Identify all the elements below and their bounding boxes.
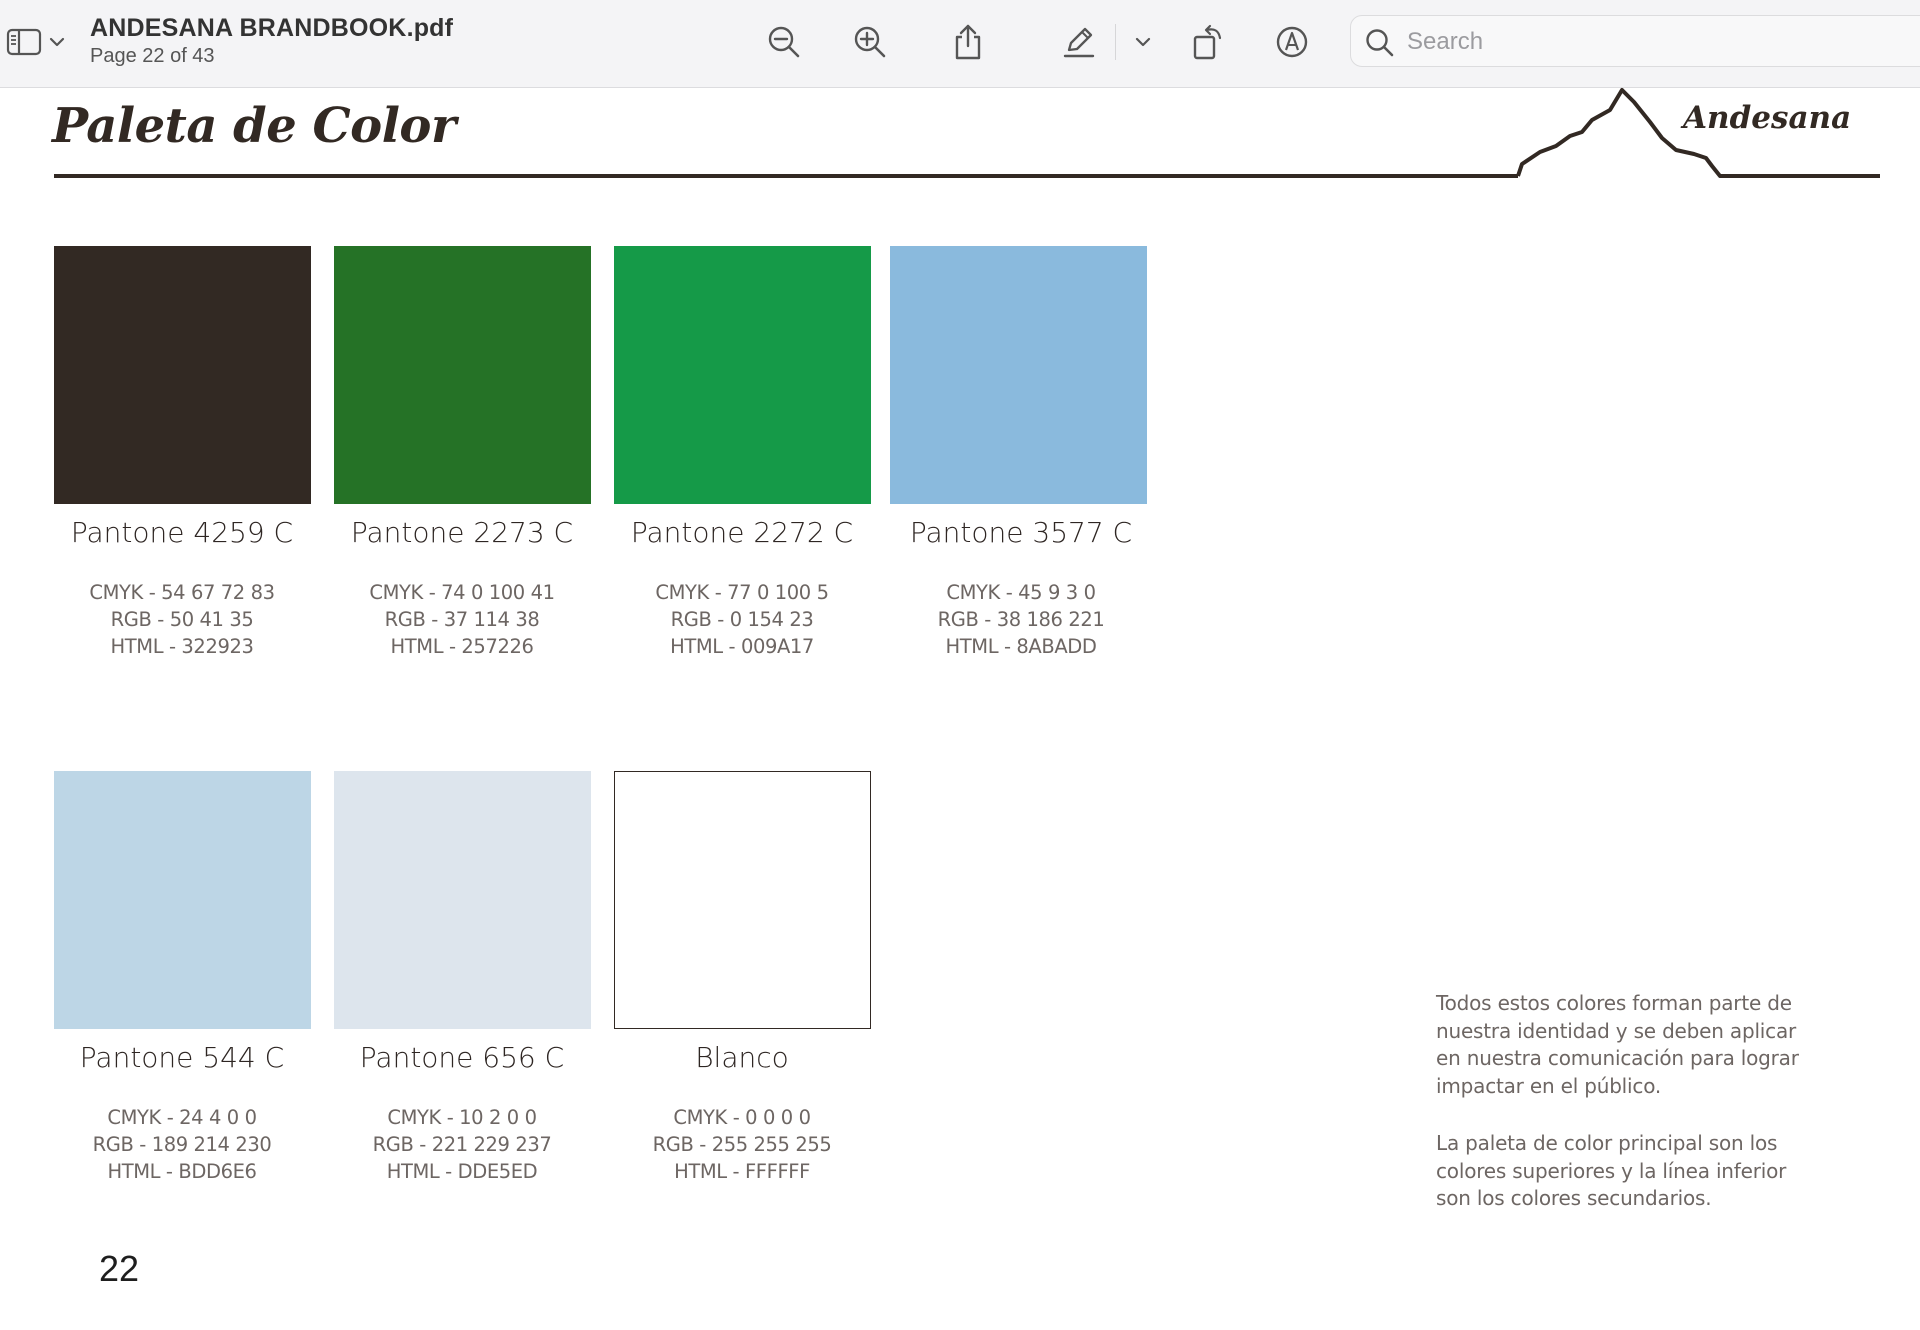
- markup-button[interactable]: [1272, 22, 1312, 62]
- document-title: ANDESANA BRANDBOOK.pdf: [90, 14, 454, 42]
- share-icon: [955, 24, 981, 60]
- color-swatch-2273: [334, 246, 591, 504]
- color-html: HTML - 8ABADD: [945, 635, 1097, 658]
- color-swatch-656: [334, 771, 591, 1029]
- note-line: colores superiores y la línea inferior: [1436, 1158, 1787, 1183]
- color-html: HTML - BDD6E6: [107, 1160, 257, 1183]
- zoom-out-button[interactable]: [764, 22, 804, 62]
- color-rgb: RGB - 255 255 255: [652, 1133, 832, 1156]
- highlight-pen-icon: [1063, 27, 1095, 58]
- pdf-viewer-toolbar: ANDESANA BRANDBOOK.pdf Page 22 of 43: [0, 0, 1920, 88]
- page-indicator: Page 22 of 43: [90, 45, 215, 67]
- chevron-down-icon: [1135, 37, 1151, 47]
- color-rgb: RGB - 37 114 38: [384, 608, 540, 631]
- color-name: Pantone 2272 C: [630, 516, 854, 549]
- note-line: nuestra identidad y se deben aplicar: [1436, 1018, 1797, 1043]
- highlight-button[interactable]: [1058, 22, 1100, 62]
- note-line: impactar en el público.: [1436, 1073, 1662, 1098]
- rotate-icon: [1193, 24, 1222, 60]
- color-name: Pantone 544 C: [79, 1041, 285, 1074]
- zoom-out-icon: [768, 26, 800, 58]
- note-line: La paleta de color principal son los: [1436, 1131, 1778, 1155]
- color-swatch-blanco: [614, 771, 871, 1029]
- color-cmyk: CMYK - 74 0 100 41: [369, 581, 555, 604]
- zoom-in-button[interactable]: [850, 22, 890, 62]
- note-line: Todos estos colores forman parte de: [1436, 991, 1792, 1015]
- toolbar-divider: [1115, 24, 1116, 60]
- chevron-down-icon: [49, 37, 65, 47]
- color-swatch-544: [54, 771, 311, 1029]
- color-rgb: RGB - 50 41 35: [110, 608, 254, 631]
- markup-icon: [1276, 26, 1308, 58]
- page-number: 22: [99, 1248, 140, 1289]
- sidebar-toggle-button[interactable]: [4, 22, 44, 62]
- color-html: HTML - 009A17: [670, 635, 814, 658]
- color-rgb: RGB - 189 214 230: [92, 1133, 272, 1156]
- rotate-button[interactable]: [1188, 20, 1228, 64]
- color-html: HTML - 257226: [390, 635, 534, 658]
- color-cmyk: CMYK - 54 67 72 83: [89, 581, 275, 604]
- palette-hierarchy-note: La paleta de color principal son los col…: [1436, 1130, 1836, 1213]
- color-cmyk: CMYK - 45 9 3 0: [946, 581, 1096, 604]
- sidebar-options-button[interactable]: [46, 30, 68, 54]
- highlight-options-button[interactable]: [1131, 30, 1155, 54]
- color-cmyk: CMYK - 10 2 0 0: [387, 1106, 537, 1129]
- color-cmyk: CMYK - 0 0 0 0: [673, 1106, 811, 1129]
- share-button[interactable]: [948, 20, 988, 64]
- search-field[interactable]: [1350, 15, 1920, 67]
- search-icon: [1366, 29, 1394, 57]
- color-swatch-3577: [890, 246, 1147, 504]
- color-swatch-2272: [614, 246, 871, 504]
- andesana-logo: Andesana: [1683, 100, 1852, 136]
- mountain-header-line: [54, 88, 1880, 178]
- color-cmyk: CMYK - 77 0 100 5: [655, 581, 829, 604]
- note-line: son los colores secundarios.: [1436, 1186, 1712, 1210]
- note-line: en nuestra comunicación para lograr: [1436, 1046, 1799, 1070]
- color-name: Pantone 656 C: [359, 1041, 565, 1074]
- sidebar-toggle-icon: [6, 28, 42, 56]
- color-rgb: RGB - 38 186 221: [937, 608, 1105, 631]
- color-html: HTML - FFFFFF: [674, 1160, 810, 1183]
- color-name: Pantone 4259 C: [70, 516, 294, 549]
- color-name: Blanco: [695, 1041, 789, 1074]
- color-html: HTML - DDE5ED: [386, 1160, 538, 1183]
- zoom-in-icon: [854, 26, 886, 58]
- color-rgb: RGB - 0 154 23: [670, 608, 814, 631]
- color-cmyk: CMYK - 24 4 0 0: [107, 1106, 257, 1129]
- search-input[interactable]: [1405, 24, 1909, 60]
- color-name: Pantone 2273 C: [350, 516, 574, 549]
- color-rgb: RGB - 221 229 237: [372, 1133, 552, 1156]
- color-swatch-4259: [54, 246, 311, 504]
- palette-description: Todos estos colores forman parte de nues…: [1436, 990, 1836, 1100]
- color-name: Pantone 3577 C: [909, 516, 1133, 549]
- color-html: HTML - 322923: [110, 635, 254, 658]
